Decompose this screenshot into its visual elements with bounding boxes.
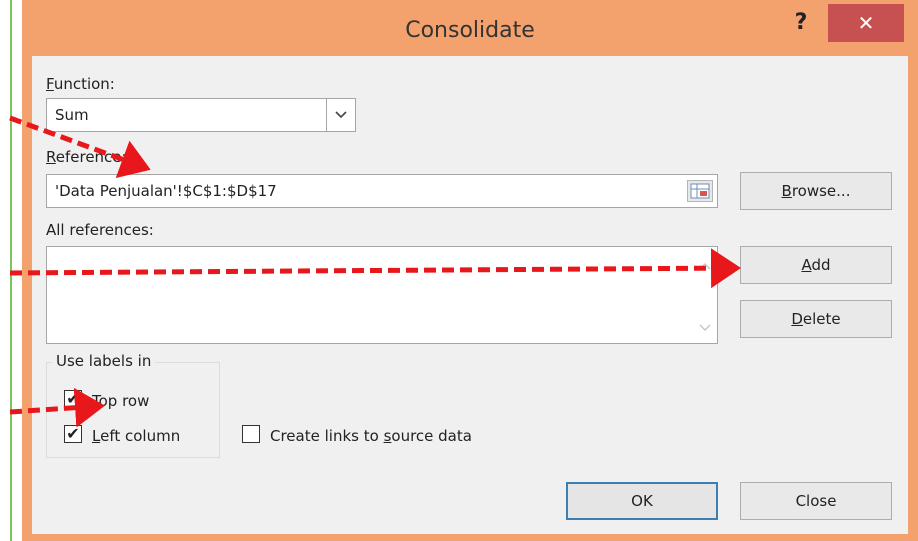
arrow-to-top-row — [9, 387, 105, 428]
arrow-to-add — [9, 248, 741, 289]
annotation-arrows — [9, 115, 741, 428]
arrow-to-reference — [9, 115, 151, 179]
